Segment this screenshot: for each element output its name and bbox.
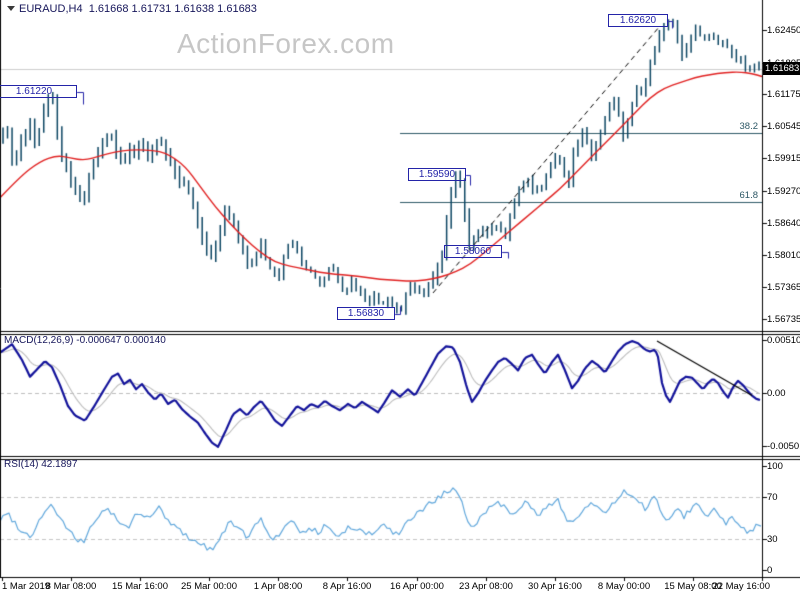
price-axis-label: 1.58640 [767,217,800,229]
price-label-159590[interactable]: 1.59590 [408,167,466,181]
time-axis-label: 15 Mar 16:00 [112,581,168,592]
time-axis-label: 22 May 16:00 [712,581,770,592]
symbol-dropdown-icon [7,6,15,11]
price-label-156830[interactable]: 1.56830 [337,307,395,321]
chart-title: EURAUD,H4 1.61668 1.61731 1.61638 1.6168… [5,3,257,15]
rsi-axis-label: 100 [767,461,783,472]
price-label-162620[interactable]: 1.62620 [608,14,668,28]
macd-indicator-label: MACD(12,26,9) -0.000647 0.000140 [4,335,166,346]
rsi-axis-label: 70 [767,492,778,504]
price-axis-label: 1.59270 [767,185,800,197]
macd-axis-label: 0.00 [767,388,786,400]
time-axis-label: 23 Apr 08:00 [459,581,513,592]
current-price-tag: 1.61683 [763,62,800,76]
time-axis-label: 25 Mar 00:00 [181,581,237,592]
price-axis-label: 1.56735 [767,314,800,325]
fib-level-label: 61.8 [739,190,759,202]
time-axis-label: 8 May 00:00 [597,581,651,592]
macd-axis-label: -0.005019 [767,441,800,452]
rsi-axis-label: 0 [767,565,773,576]
rsi-axis-label: 30 [767,533,778,545]
price-axis-label: 1.61175 [767,89,800,101]
symbol-timeframe-label: EURAUD,H4 [19,3,83,15]
time-axis-label: 16 Apr 00:00 [390,581,444,592]
time-axis-label: 30 Apr 16:00 [528,581,582,592]
ohlc-values: 1.61668 1.61731 1.61638 1.61683 [88,3,257,15]
time-axis-label: 8 Apr 16:00 [322,581,372,592]
rsi-indicator-label: RSI(14) 42.1897 [4,459,78,470]
price-axis-label: 1.57365 [767,282,800,294]
price-axis-label: 1.62450 [767,25,800,36]
price-axis-label: 1.59915 [767,153,800,165]
chart-canvas[interactable] [0,0,800,600]
price-label-158060[interactable]: 1.58060 [444,244,502,258]
price-axis-label: 1.58010 [767,249,800,261]
time-axis-label: 1 Apr 08:00 [253,581,303,592]
price-label-161220[interactable]: 1.61220 [0,85,77,99]
macd-axis-label: 0.005108 [767,335,800,346]
trading-chart-window: ActionForex.com EURAUD,H4 1.61668 1.6173… [0,0,800,600]
fib-level-label: 38.2 [739,121,759,133]
time-axis-label: 8 Mar 08:00 [45,581,97,592]
price-axis-label: 1.60545 [767,121,800,133]
